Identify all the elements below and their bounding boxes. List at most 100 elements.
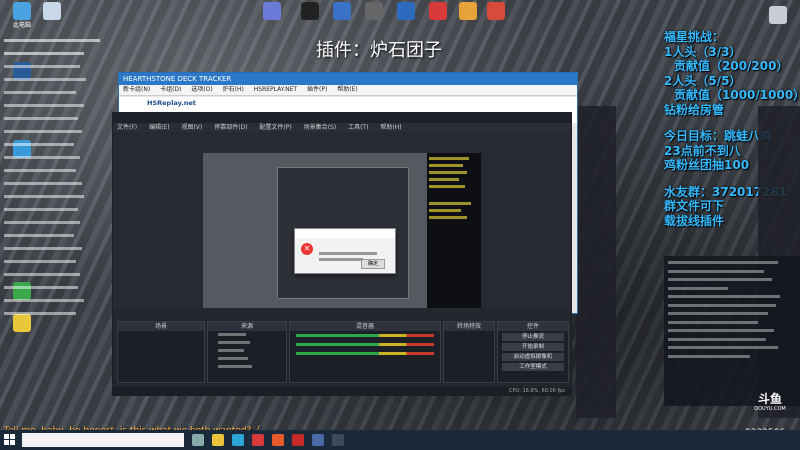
menu-item[interactable]: 配置文件(P) <box>259 124 291 131</box>
taskbar <box>0 430 800 450</box>
douyu-left-panel <box>576 106 616 418</box>
chat-message <box>668 293 796 302</box>
deck-tracker-menu: 新卡组(N) 卡组(D) 选项(O) 炉石(H) HSREPLAY.NET 插件… <box>119 85 577 96</box>
start-button[interactable] <box>4 434 16 446</box>
obs-docks: 场景 来源 混音器 转场特效 控件 停止推流 开始录制 启动虚拟摄像机 工作室模… <box>113 309 571 395</box>
virtual-camera-button[interactable]: 启动虚拟摄像机 <box>502 353 564 361</box>
app-icon[interactable] <box>332 434 344 446</box>
source-item[interactable] <box>208 355 286 363</box>
source-item[interactable] <box>208 339 286 347</box>
transitions-panel[interactable]: 转场特效 <box>443 321 495 383</box>
app-icon <box>397 2 415 20</box>
menu-item[interactable]: 选项(O) <box>191 86 212 93</box>
window-title: HEARTHSTONE DECK TRACKER <box>119 73 577 85</box>
app-icon[interactable] <box>292 434 304 446</box>
chat-message <box>668 336 796 345</box>
obs-status-bar: CPU: 16.6%, 60.00 fps <box>113 387 571 395</box>
studio-mode-button[interactable]: 工作室模式 <box>502 363 564 371</box>
menu-item[interactable]: 视图(V) <box>181 124 202 131</box>
obs-title-bar <box>113 113 571 123</box>
menu-item[interactable]: 编辑(E) <box>149 124 169 131</box>
app-icon <box>263 2 281 20</box>
app-icon[interactable] <box>312 434 324 446</box>
panel-header: 混音器 <box>290 322 440 331</box>
taskbar-search[interactable] <box>22 433 184 447</box>
menu-item[interactable]: HSREPLAY.NET <box>254 86 297 93</box>
controls-panel[interactable]: 控件 停止推流 开始录制 启动虚拟摄像机 工作室模式 <box>497 321 569 383</box>
source-item[interactable] <box>208 363 286 371</box>
chat-message <box>668 327 796 336</box>
chat-panel <box>664 256 800 406</box>
error-icon: ✕ <box>301 243 313 255</box>
chat-message <box>668 344 796 353</box>
app-icon <box>333 2 351 20</box>
menu-item[interactable]: 场景集合(S) <box>304 124 337 131</box>
audio-meter <box>296 334 434 337</box>
start-recording-button[interactable]: 开始录制 <box>502 343 564 351</box>
goal-line: 贡献值（200/200） <box>674 59 789 73</box>
chat-message <box>668 268 796 277</box>
goal-line: 2人头（5/5） <box>664 73 742 88</box>
menu-item[interactable]: 帮助(H) <box>380 124 401 131</box>
menu-item[interactable]: 帮助(E) <box>337 86 357 93</box>
app-icon <box>459 2 477 20</box>
menu-item[interactable]: 文件(F) <box>117 124 137 131</box>
stop-streaming-button[interactable]: 停止推流 <box>502 333 564 341</box>
app-icon[interactable] <box>272 434 284 446</box>
confirm-dialog[interactable]: ✕ 确定 <box>294 228 396 274</box>
chat-message <box>668 302 796 311</box>
scenes-panel[interactable]: 场景 <box>117 321 205 383</box>
chat-message <box>668 353 796 362</box>
audio-meter <box>296 352 434 355</box>
source-item[interactable] <box>208 331 286 339</box>
desktop-icon-app-9[interactable] <box>476 2 516 22</box>
douyu-logo: 斗鱼 DOUYU.COM <box>748 392 792 412</box>
edge-icon[interactable] <box>232 434 244 446</box>
audio-meter <box>296 343 434 346</box>
panel-header: 转场特效 <box>444 322 494 331</box>
computer-icon <box>13 2 31 20</box>
menu-item[interactable]: 炉石(H) <box>223 86 244 93</box>
ok-button[interactable]: 确定 <box>361 259 385 269</box>
menu-item[interactable]: 插件(P) <box>307 86 327 93</box>
chat-message <box>668 276 796 285</box>
app-icon <box>429 2 447 20</box>
panel-header: 控件 <box>498 322 568 331</box>
menu-item[interactable]: 卡组(D) <box>160 86 181 93</box>
chat-message <box>668 310 796 319</box>
app-icon[interactable] <box>252 434 264 446</box>
plugin-title: 插件：炉石团子 <box>316 40 442 61</box>
menu-item[interactable]: 新卡组(N) <box>123 86 150 93</box>
goal-line: 贡献值（1000/1000） <box>674 88 800 102</box>
windows-icon <box>4 434 9 439</box>
obs-menu-bar: 文件(F) 编辑(E) 视图(V) 停靠部件(D) 配置文件(P) 场景集合(S… <box>113 123 571 132</box>
task-view-icon[interactable] <box>192 434 204 446</box>
logo-name: 斗鱼 <box>757 392 782 406</box>
audio-mixer-panel[interactable]: 混音器 <box>289 321 441 383</box>
menu-item[interactable]: 停靠部件(D) <box>214 124 247 131</box>
panel-header: 场景 <box>118 322 204 331</box>
desktop-icon-label: 此电脑 <box>12 22 31 29</box>
chat-message <box>668 319 796 328</box>
document-icon <box>769 6 787 24</box>
desktop-icon-app-2[interactable] <box>252 2 292 22</box>
app-icon <box>301 2 319 20</box>
dialog-message <box>319 243 389 261</box>
panel-header: 来源 <box>208 322 286 331</box>
goal-line: 1人头（3/3） <box>664 44 742 59</box>
sources-panel[interactable]: 来源 <box>207 321 287 383</box>
dialog-title <box>295 229 395 238</box>
app-icon <box>43 2 61 20</box>
chat-message <box>668 285 796 294</box>
app-icon <box>487 2 505 20</box>
goal-line: 福星挑战： <box>664 30 725 44</box>
match-history-overlay <box>4 34 114 320</box>
desktop-icon-app-1[interactable] <box>32 2 72 22</box>
tab-hsreplay[interactable]: HSReplay.net <box>143 97 200 109</box>
menu-item[interactable]: 工具(T) <box>348 124 368 131</box>
logo-url: DOUYU.COM <box>754 406 786 412</box>
explorer-icon[interactable] <box>212 434 224 446</box>
source-item[interactable] <box>208 347 286 355</box>
desktop-icon-windows-update[interactable] <box>758 6 798 26</box>
app-icon <box>365 2 383 20</box>
